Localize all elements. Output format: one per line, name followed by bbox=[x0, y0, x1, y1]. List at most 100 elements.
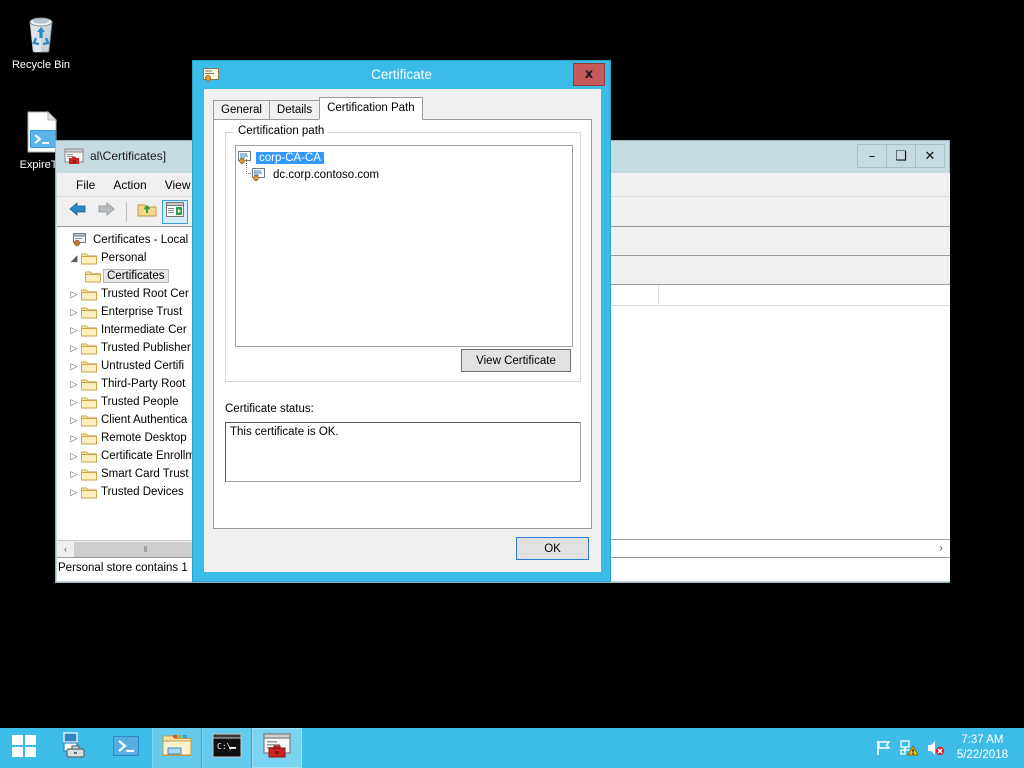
certificate-status-label: Certificate status: bbox=[225, 403, 314, 415]
view-certificate-button[interactable]: View Certificate bbox=[461, 349, 571, 372]
back-arrow-icon bbox=[68, 201, 88, 222]
certificate-tabs: General Details Certification Path bbox=[213, 98, 422, 120]
maximize-button[interactable]: ❑ bbox=[886, 144, 916, 168]
powershell-icon bbox=[111, 731, 141, 766]
tree-expander[interactable]: ▷ bbox=[67, 469, 81, 480]
folder-icon bbox=[81, 450, 99, 463]
taskbar-powershell[interactable] bbox=[100, 728, 152, 768]
certificate-dialog-titlebar[interactable]: Certificate x bbox=[193, 61, 610, 89]
certification-path-panel: Certification path bbox=[213, 119, 592, 529]
close-icon[interactable]: x bbox=[573, 63, 605, 86]
tree-item-label: Trusted Devices bbox=[99, 486, 184, 498]
path-node-root[interactable]: corp-CA-CA bbox=[238, 149, 570, 166]
certificate-dialog-body: General Details Certification Path Certi… bbox=[204, 89, 601, 572]
up-one-level-button[interactable] bbox=[134, 200, 160, 224]
tree-expander[interactable]: ▷ bbox=[67, 343, 81, 354]
back-arrow-button[interactable] bbox=[65, 200, 91, 224]
forward-arrow-button[interactable] bbox=[93, 200, 119, 224]
mmc-status-text: Personal store contains 1 bbox=[58, 562, 188, 574]
tree-item-label: Trusted People bbox=[99, 396, 179, 408]
desktop-icon-recycle-bin[interactable]: Recycle Bin bbox=[2, 8, 80, 72]
mmc-title-text: al\Certificates] bbox=[90, 149, 166, 163]
server-manager-icon bbox=[58, 730, 90, 767]
network-warning-icon[interactable] bbox=[897, 728, 923, 768]
clock-date: 5/22/2018 bbox=[957, 748, 1008, 763]
certification-path-listbox[interactable]: corp-CA-CA bbox=[235, 145, 573, 347]
tab-certification-path[interactable]: Certification Path bbox=[319, 97, 423, 120]
menu-file[interactable]: File bbox=[67, 175, 104, 195]
toolbar-separator bbox=[126, 202, 127, 222]
path-node-label: corp-CA-CA bbox=[256, 152, 324, 164]
folder-icon bbox=[81, 468, 99, 481]
certification-path-groupbox: Certification path bbox=[225, 132, 581, 382]
volume-muted-icon[interactable] bbox=[923, 728, 949, 768]
ok-button[interactable]: OK bbox=[516, 537, 589, 560]
tab-general[interactable]: General bbox=[213, 100, 270, 120]
tree-expander[interactable]: ▷ bbox=[67, 487, 81, 498]
certification-path-legend: Certification path bbox=[234, 125, 328, 137]
taskbar-server-manager[interactable] bbox=[48, 728, 100, 768]
taskbar-mmc-console[interactable] bbox=[252, 728, 302, 768]
tree-item-label: Intermediate Cer bbox=[99, 324, 187, 336]
folder-icon bbox=[81, 324, 99, 337]
folder-icon bbox=[81, 432, 99, 445]
certificate-dialog: Certificate x General Details Certificat… bbox=[192, 60, 611, 582]
tree-item-label: Personal bbox=[99, 252, 146, 264]
folder-icon bbox=[81, 414, 99, 427]
taskbar-command-prompt[interactable]: C:\ bbox=[202, 728, 252, 768]
scroll-left-arrow-icon[interactable]: ‹ bbox=[57, 541, 74, 557]
tree-expander[interactable]: ▷ bbox=[67, 415, 81, 426]
folder-icon bbox=[81, 360, 99, 373]
windows-logo-icon bbox=[10, 732, 38, 765]
system-tray: 7:37 AM 5/22/2018 bbox=[871, 728, 1024, 768]
tree-expander[interactable]: ▷ bbox=[67, 379, 81, 390]
tree-item-label: Certificates bbox=[103, 269, 169, 283]
taskbar-file-explorer[interactable] bbox=[152, 728, 202, 768]
tree-item-label: Client Authentica bbox=[99, 414, 187, 426]
tree-item-label: Trusted Publisher bbox=[99, 342, 191, 354]
folder-icon bbox=[81, 288, 99, 301]
tree-expander[interactable]: ▷ bbox=[67, 361, 81, 372]
start-button[interactable] bbox=[0, 728, 48, 768]
tree-expander[interactable]: ▷ bbox=[67, 397, 81, 408]
certificates-root-icon bbox=[73, 233, 91, 247]
console-tree-icon bbox=[166, 202, 184, 222]
tab-details[interactable]: Details bbox=[269, 100, 320, 120]
mmc-window-controls: – ❑ ✕ bbox=[858, 144, 945, 168]
mmc-console-icon bbox=[262, 732, 292, 765]
mmc-console-icon bbox=[64, 147, 84, 167]
folder-icon bbox=[81, 378, 99, 391]
scroll-right-arrow-icon[interactable]: › bbox=[932, 540, 950, 557]
menu-action[interactable]: Action bbox=[104, 175, 155, 195]
tree-expander[interactable]: ▷ bbox=[67, 433, 81, 444]
clock-time: 7:37 AM bbox=[957, 733, 1008, 748]
forward-arrow-icon bbox=[96, 201, 116, 222]
folder-up-icon bbox=[137, 201, 157, 223]
certificate-icon bbox=[252, 168, 270, 182]
tree-item-label: Enterprise Trust bbox=[99, 306, 182, 318]
tree-expander[interactable]: ◢ bbox=[67, 253, 81, 264]
tree-item-label: Certificate Enrollm bbox=[99, 450, 195, 462]
tree-item-label: Smart Card Trust bbox=[99, 468, 189, 480]
path-node-leaf[interactable]: dc.corp.contoso.com bbox=[238, 166, 570, 183]
certificate-dialog-title: Certificate bbox=[193, 67, 610, 82]
command-prompt-icon: C:\ bbox=[212, 733, 242, 764]
close-button[interactable]: ✕ bbox=[915, 144, 945, 168]
tree-item-label: Certificates - Local C bbox=[91, 234, 200, 246]
tree-expander[interactable]: ▷ bbox=[67, 451, 81, 462]
taskbar: C:\ bbox=[0, 728, 1024, 768]
tree-expander[interactable]: ▷ bbox=[67, 307, 81, 318]
show-console-tree-button[interactable] bbox=[162, 200, 188, 224]
action-center-flag-icon[interactable] bbox=[871, 728, 897, 768]
taskbar-clock[interactable]: 7:37 AM 5/22/2018 bbox=[949, 733, 1016, 763]
tree-item-label: Trusted Root Cer bbox=[99, 288, 189, 300]
minimize-button[interactable]: – bbox=[857, 144, 887, 168]
tree-expander[interactable]: ▷ bbox=[67, 325, 81, 336]
tree-item-label: Untrusted Certifi bbox=[99, 360, 184, 372]
desktop-icon-label: Recycle Bin bbox=[2, 59, 80, 72]
file-explorer-icon bbox=[161, 732, 193, 765]
folder-icon bbox=[81, 306, 99, 319]
tree-expander[interactable]: ▷ bbox=[67, 289, 81, 300]
tree-item-label: Third-Party Root bbox=[99, 378, 185, 390]
recycle-bin-icon bbox=[2, 8, 80, 56]
